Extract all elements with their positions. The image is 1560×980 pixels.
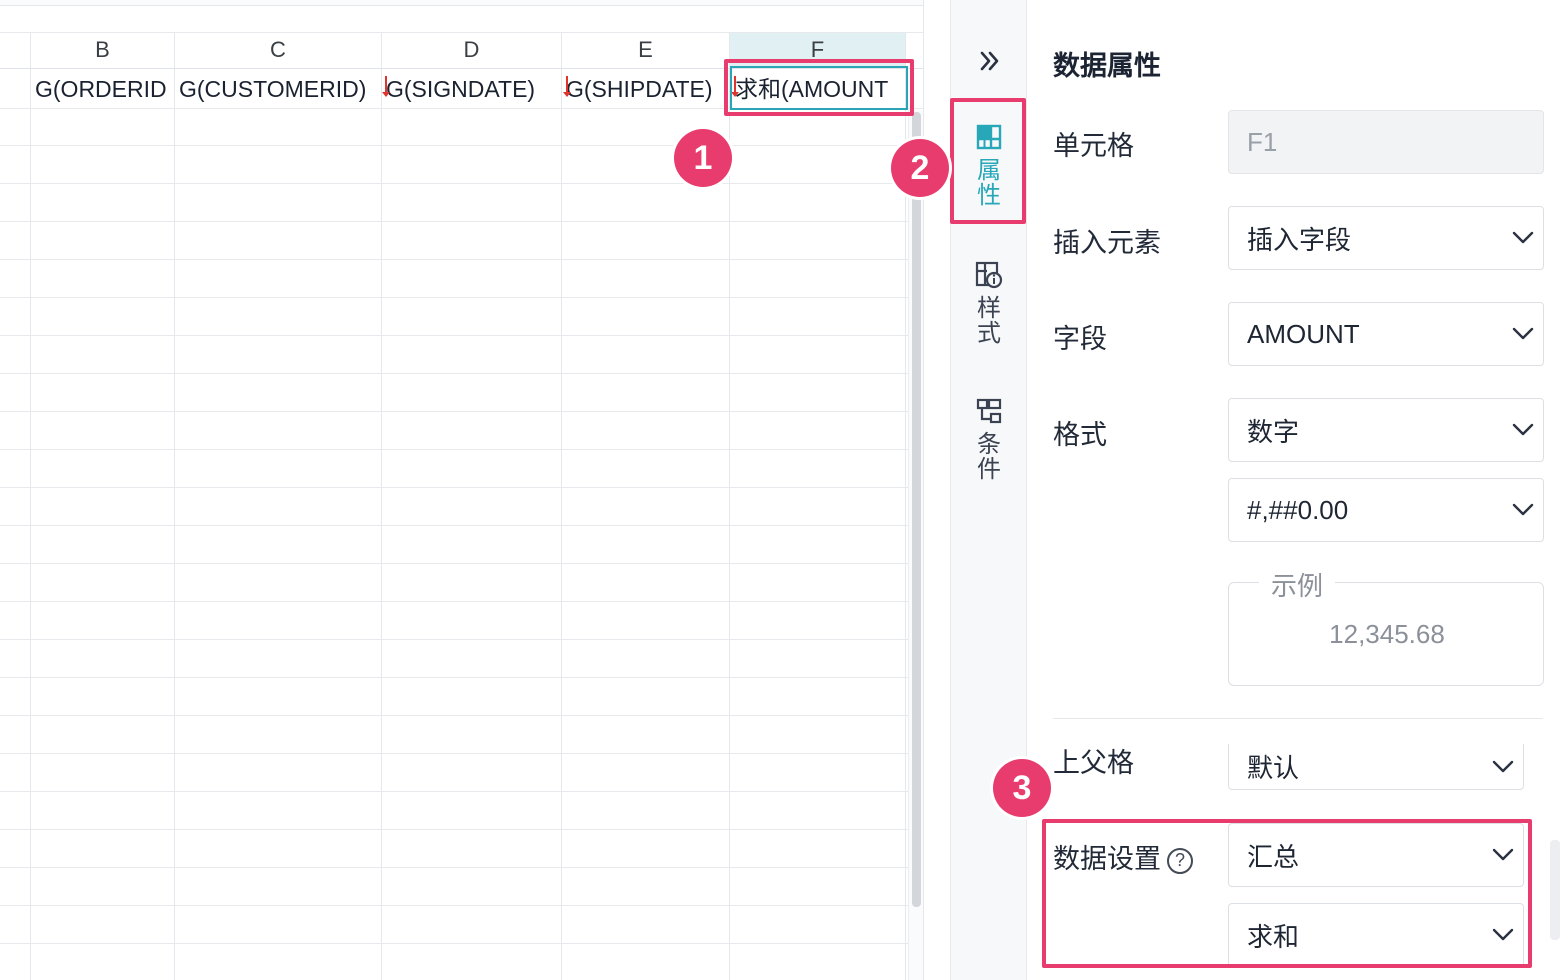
- format-type-select[interactable]: 数字: [1228, 398, 1544, 462]
- grid-line: [0, 487, 924, 488]
- format-type-value: 数字: [1247, 417, 1300, 448]
- tab-style[interactable]: 样式: [955, 260, 1023, 346]
- grid-line: [0, 791, 924, 792]
- cell-b1[interactable]: G(ORDERID: [35, 70, 173, 108]
- chevron-down-icon: [1503, 478, 1543, 542]
- double-chevron-right-icon[interactable]: [975, 44, 1005, 78]
- parent-cell-label: 上父格: [1053, 748, 1134, 779]
- format-sample-box: 示例 12,345.68: [1228, 566, 1544, 686]
- panel-scrollbar[interactable]: [1550, 840, 1560, 940]
- cell-e1[interactable]: G(SHIPDATE): [566, 70, 728, 108]
- sample-legend: 示例: [1259, 566, 1336, 603]
- grid-line: [0, 221, 924, 222]
- chevron-down-icon: [1503, 302, 1543, 366]
- parent-cell-value: 默认: [1247, 754, 1300, 784]
- panel-divider: [1053, 718, 1543, 719]
- grid-line: [0, 829, 924, 830]
- insert-element-select[interactable]: 插入字段: [1228, 206, 1544, 270]
- column-header-d[interactable]: D: [382, 32, 561, 68]
- step-badge-3: 3: [993, 759, 1051, 817]
- grid-line: [0, 943, 924, 944]
- grid-line: [0, 411, 924, 412]
- tab-condition[interactable]: 条件: [955, 396, 1023, 482]
- grid-line: [0, 867, 924, 868]
- grid-line: [0, 639, 924, 640]
- highlight-data-setting: [1042, 819, 1532, 968]
- parent-cell-select[interactable]: 默认: [1228, 744, 1524, 790]
- format-label: 格式: [1053, 420, 1107, 451]
- grid-line: [0, 297, 924, 298]
- spreadsheet-grid[interactable]: B C D E F G(ORDERID G(CUSTOMERID) G(SIGN…: [0, 0, 924, 980]
- grid-line: [0, 563, 924, 564]
- highlight-properties-tab: [950, 98, 1026, 224]
- number-pattern-select[interactable]: #,##0.00: [1228, 478, 1544, 542]
- grid-line: [0, 753, 924, 754]
- expand-down-marker-icon: [382, 76, 390, 97]
- grid-line: [0, 32, 924, 33]
- sheet-top-border: [0, 0, 924, 6]
- grid-line: [30, 32, 31, 980]
- step-badge-1: 1: [674, 129, 732, 187]
- cell-c1[interactable]: G(CUSTOMERID): [179, 70, 380, 108]
- grid-line: [0, 373, 924, 374]
- cell-label: 单元格: [1053, 131, 1134, 162]
- cell-d1[interactable]: G(SIGNDATE): [386, 70, 560, 108]
- field-label: 字段: [1053, 324, 1107, 355]
- cell-name-value: F1: [1247, 126, 1278, 157]
- tab-style-label: 样式: [977, 294, 1001, 347]
- grid-line: [0, 449, 924, 450]
- column-header-c[interactable]: C: [175, 32, 381, 68]
- grid-line: [0, 259, 924, 260]
- grid-line: [0, 145, 924, 146]
- chevron-down-icon: [1503, 206, 1543, 270]
- tab-condition-label: 条件: [977, 430, 1001, 483]
- insert-element-label: 插入元素: [1053, 228, 1161, 259]
- grid-line: [0, 905, 924, 906]
- condition-icon: [974, 396, 1004, 426]
- expand-down-marker-icon: [563, 76, 571, 97]
- chevron-down-icon: [1503, 398, 1543, 462]
- grid-line: [0, 677, 924, 678]
- insert-element-value: 插入字段: [1247, 225, 1352, 256]
- scrollbar-thumb[interactable]: [912, 112, 921, 907]
- grid-line: [174, 32, 175, 980]
- chevron-down-icon: [1483, 744, 1523, 790]
- grid-line: [729, 32, 730, 980]
- number-pattern-value: #,##0.00: [1247, 494, 1349, 525]
- grid-line: [0, 335, 924, 336]
- highlight-cell-f1: [724, 59, 914, 116]
- panel-title: 数据属性: [1053, 51, 1161, 82]
- column-header-e[interactable]: E: [562, 32, 729, 68]
- column-header-b[interactable]: B: [31, 32, 174, 68]
- grid-line: [381, 32, 382, 980]
- grid-line: [561, 32, 562, 980]
- grid-line: [0, 525, 924, 526]
- grid-line: [0, 715, 924, 716]
- style-info-icon: [974, 260, 1004, 290]
- step-badge-2: 2: [891, 139, 949, 197]
- field-select[interactable]: AMOUNT: [1228, 302, 1544, 366]
- sample-value: 12,345.68: [1329, 619, 1445, 649]
- grid-line: [0, 183, 924, 184]
- cell-name-field: F1: [1228, 110, 1544, 174]
- grid-line: [0, 601, 924, 602]
- field-value: AMOUNT: [1247, 318, 1360, 349]
